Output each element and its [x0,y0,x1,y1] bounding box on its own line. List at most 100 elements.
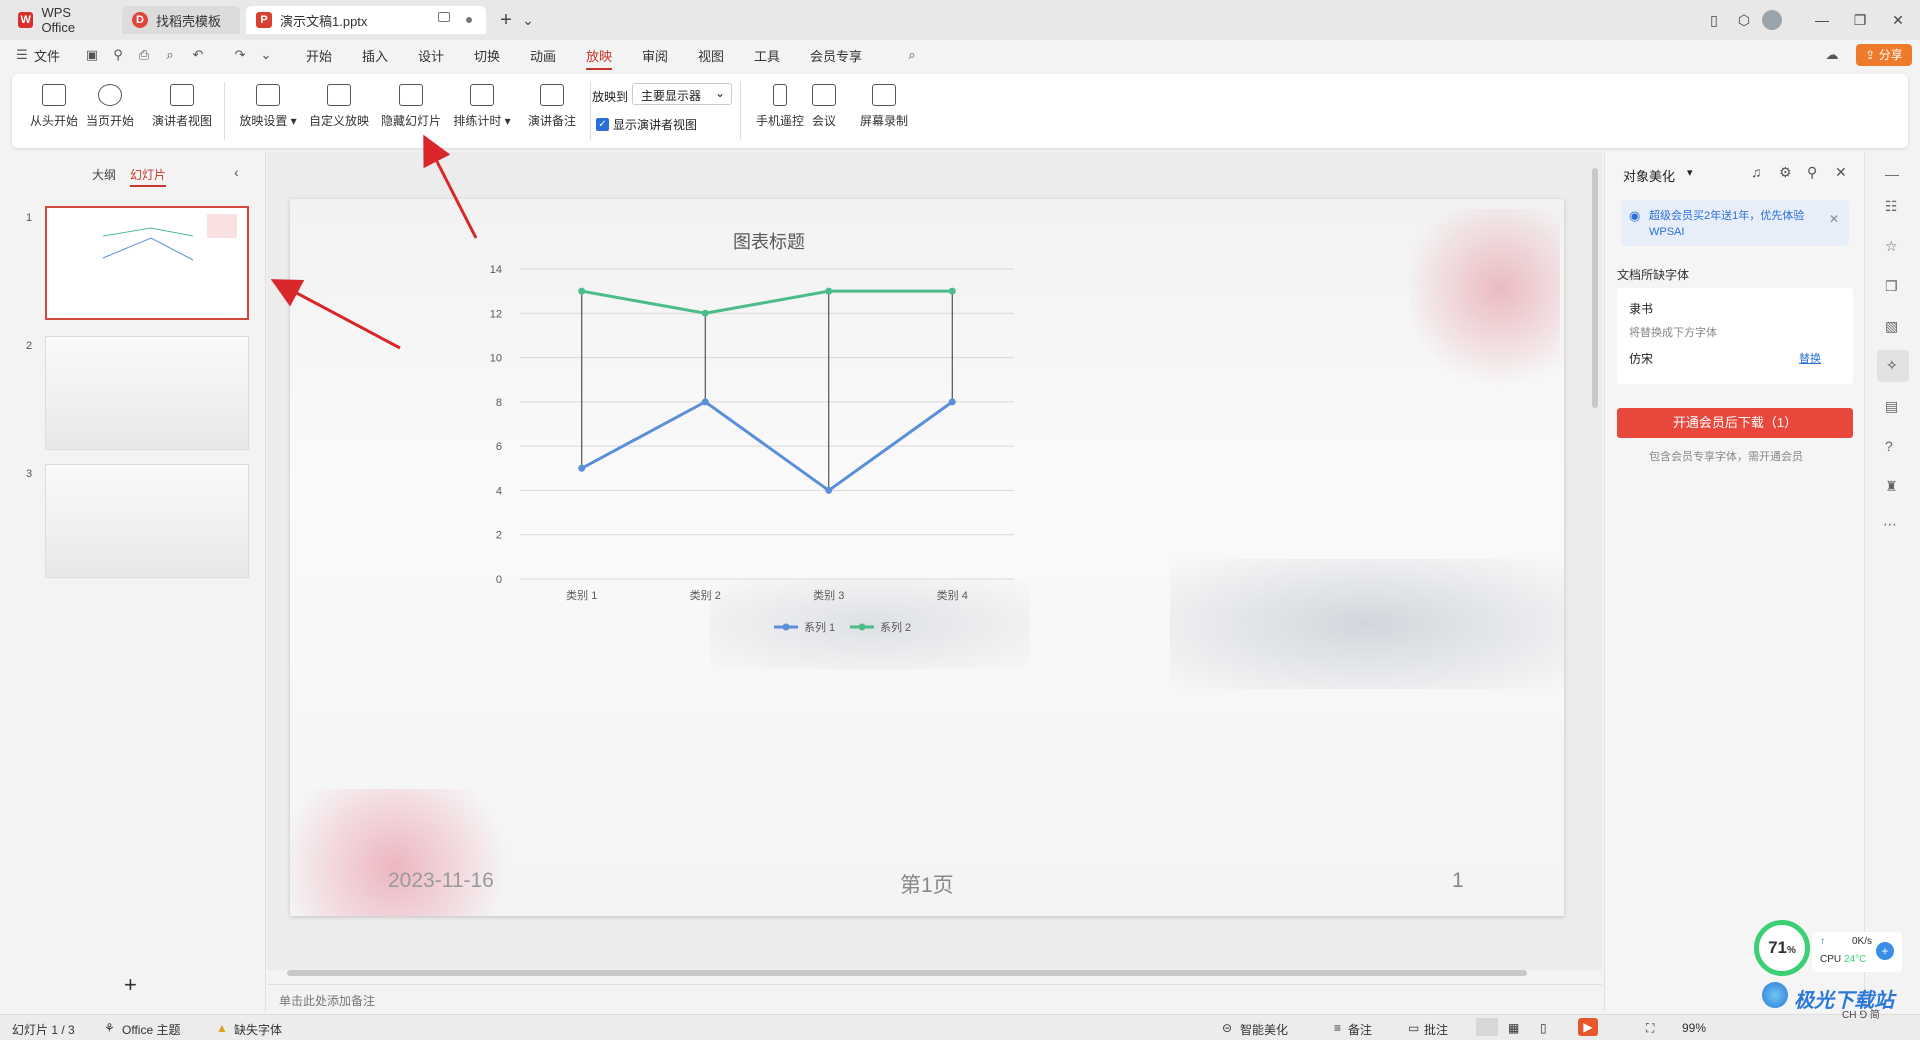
avatar[interactable] [1762,10,1782,30]
menu-member[interactable]: 会员专享 [810,46,862,65]
print-preview-icon[interactable]: ⌕ [162,47,178,63]
series-2-point [578,287,586,295]
play-current-button[interactable]: 当页开始 [78,84,142,129]
slide-thumbnail-1[interactable] [45,206,249,320]
close-icon[interactable]: ✕ [1835,164,1847,181]
close-window-button[interactable]: ✕ [1888,10,1908,30]
copy-icon[interactable]: ❐ [1885,278,1898,295]
star-icon[interactable]: ☆ [1885,238,1898,255]
replace-link[interactable]: 替换 [1799,350,1821,366]
undo-icon[interactable]: ↶ [190,47,206,63]
rehearse-timing-button[interactable]: 排练计时 ▾ [448,84,516,129]
notes-icon: ≡ [1334,1021,1342,1035]
presenter-view-button[interactable]: 演讲者视图 [146,84,218,129]
cloud-icon[interactable]: ☁ [1824,47,1840,63]
chevron-down-icon[interactable]: ▾ [1687,166,1693,179]
scrollbar-thumb[interactable] [1592,168,1598,408]
play-from-start-button[interactable]: 从头开始 [22,84,86,129]
sliders-icon[interactable]: ☷ [1885,198,1898,215]
help-icon[interactable]: ? [1885,438,1893,454]
zoom-level[interactable]: 99% [1682,1021,1706,1035]
save-icon[interactable]: ▣ [84,47,100,63]
gear-icon[interactable]: ⚙ [1779,164,1792,181]
redo-icon[interactable]: ↷ [232,47,248,63]
notes-pane[interactable]: 单击此处添加备注 [267,984,1602,1012]
chevron-down-icon[interactable]: ⌄ [258,47,274,63]
unsaved-dot-icon[interactable] [466,17,472,23]
comments-toggle[interactable]: 批注 [1424,1021,1448,1038]
slideshow-settings-button[interactable]: 放映设置 ▾ [234,84,302,129]
book-icon[interactable]: ▤ [1885,398,1898,415]
link-icon[interactable]: ⚲ [110,47,126,63]
custom-show-button[interactable]: 自定义放映 [304,84,374,129]
screen-record-button[interactable]: 屏幕录制 [852,84,916,129]
menu-file[interactable]: 文件 [34,46,60,65]
panel-title[interactable]: 对象美化 [1623,166,1675,185]
missing-font-status[interactable]: 缺失字体 [234,1021,282,1038]
meeting-button[interactable]: 会议 [802,84,846,129]
slide-thumbnail-3[interactable] [45,464,249,578]
tab-presentation[interactable]: P 演示文稿1.pptx [246,6,486,34]
smart-beautify-button[interactable]: 智能美化 [1240,1021,1288,1038]
add-widget-icon[interactable]: + [1876,942,1894,960]
tab-list-dropdown[interactable]: ⌄ [518,10,538,30]
image-edit-icon[interactable]: ▧ [1885,318,1898,335]
minimize-button[interactable]: — [1812,10,1832,30]
tab-docer[interactable]: D 找稻壳模板 [122,6,240,34]
fit-window-icon[interactable]: ⛶ [1646,1021,1654,1036]
speaker-notes-button[interactable]: 演讲备注 [518,84,586,129]
headset-icon[interactable]: ♫ [1751,164,1762,180]
pin-icon[interactable]: ⚲ [1807,164,1817,181]
download-fonts-button[interactable]: 开通会员后下载（1） [1617,408,1853,438]
hamburger-icon[interactable]: ☰ [14,47,30,63]
system-monitor-widget[interactable]: ↑ 0K/s CPU 24°C + [1812,932,1902,972]
print-icon[interactable]: ⎙ [136,47,152,63]
show-presenter-view-checkbox[interactable]: ✓ 显示演讲者视图 [596,116,697,133]
menu-slideshow[interactable]: 放映 [586,46,613,70]
slide-thumbnail-2[interactable] [45,336,249,450]
menu-design[interactable]: 设计 [418,46,444,65]
menu-start[interactable]: 开始 [306,46,332,65]
collapse-icon[interactable]: — [1885,166,1899,182]
normal-view-button[interactable] [1476,1018,1498,1036]
restore-button[interactable]: ❐ [1850,10,1870,30]
collapse-panel-icon[interactable]: ‹ [234,164,239,180]
share-button[interactable]: ⇪ 分享 [1856,44,1912,66]
add-slide-button[interactable]: + [124,972,137,998]
search-icon[interactable]: ⌕ [904,47,920,63]
more-icon[interactable]: ⋯ [1883,516,1897,533]
menu-insert[interactable]: 插入 [362,46,388,65]
display-select[interactable]: 主要显示器 ⌄ [632,83,732,105]
tab-slides[interactable]: 幻灯片 [130,166,167,187]
menu-tools[interactable]: 工具 [754,46,780,65]
cpu-gauge[interactable]: 71% [1754,920,1810,976]
tab-wps-office[interactable]: W WPS Office [8,5,116,35]
horizontal-scrollbar[interactable] [277,970,1587,976]
hide-slide-button[interactable]: 隐藏幻灯片 [376,84,446,129]
monitor-icon[interactable] [438,12,450,22]
object-beautify-panel: 对象美化 ▾ ♫ ⚙ ⚲ ✕ ◉ 超级会员买2年送1年，优先体验WPSAI ✕ … [1604,152,1864,1012]
menu-animation[interactable]: 动画 [530,46,556,65]
new-tab-button[interactable]: + [496,10,516,30]
reading-view-icon[interactable]: ▯ [1540,1021,1547,1035]
promo-text: 超级会员买2年送1年，优先体验WPSAI [1649,210,1805,238]
cube-icon[interactable]: ⬡ [1734,10,1754,30]
tab-outline[interactable]: 大纲 [92,166,116,183]
theme-name[interactable]: Office 主题 [122,1021,180,1038]
shirt-icon[interactable]: ♜ [1885,478,1898,495]
play-slideshow-button[interactable]: ▶ [1578,1018,1598,1036]
line-chart[interactable]: 图表标题 0 2 4 6 8 10 12 14 类别 1 类别 2 类别 3 类别 4 系列 1 系列 2 [290,199,1564,916]
promo-banner[interactable]: ◉ 超级会员买2年送1年，优先体验WPSAI ✕ [1621,200,1849,246]
scrollbar-thumb[interactable] [287,970,1527,976]
notes-toggle[interactable]: 备注 [1348,1021,1372,1038]
menu-view[interactable]: 视图 [698,46,724,65]
grid-view-icon[interactable]: ▦ [1508,1021,1519,1035]
beautify-tool-button[interactable]: ✧ [1877,350,1909,382]
missing-font-card: 隶书 将替换成下方字体 仿宋 替换 [1617,288,1853,384]
close-promo-icon[interactable]: ✕ [1829,212,1839,226]
vertical-scrollbar[interactable] [1591,152,1599,970]
menu-transition[interactable]: 切换 [474,46,500,65]
layout-icon[interactable]: ▯ [1704,10,1724,30]
slide-canvas[interactable]: 图表标题 0 2 4 6 8 10 12 14 类别 1 类别 2 类别 3 类别 4 系列 1 系列 2 … [290,199,1564,916]
menu-review[interactable]: 审阅 [642,46,668,65]
